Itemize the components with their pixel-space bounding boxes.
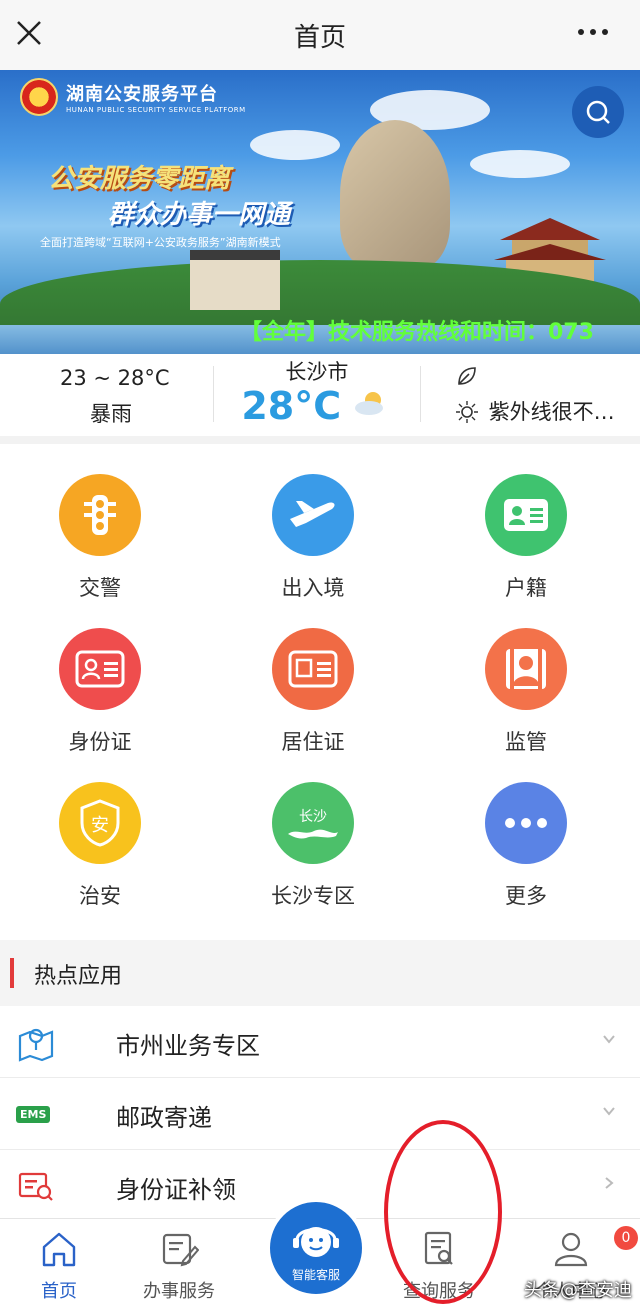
weather-bar[interactable]: 23 ~ 28°C 暴雨 长沙市 28°C 紫外线很不… — [0, 354, 640, 436]
smart-service-label: 智能客服 — [291, 1267, 340, 1282]
app-label: 更多 — [505, 884, 547, 908]
page-title: 首页 — [293, 22, 346, 53]
banner[interactable]: 湖南公安服务平台 HUNAN PUBLIC SECURITY SERVICE P… — [0, 70, 640, 354]
weather-range-col: 23 ~ 28°C 暴雨 — [0, 354, 213, 436]
app-label: 治安 — [79, 884, 121, 908]
customer-service-icon — [293, 1226, 339, 1257]
ems-text: EMS — [16, 1105, 51, 1123]
prison-bars-icon — [485, 628, 567, 710]
service-grid: 交警 出入境 户籍 身份证 居住证 监管 安 治安 长沙 长沙专区 更多 — [0, 444, 640, 940]
more-dots-icon — [485, 782, 567, 864]
list-item-postal[interactable]: EMS 邮政寄递 — [0, 1078, 640, 1150]
app-label: 长沙专区 — [271, 884, 355, 908]
list-item-label: 邮政寄递 — [116, 1104, 212, 1132]
tab-label: 办事服务 — [143, 1281, 215, 1302]
app-immigration[interactable]: 出入境 — [233, 474, 393, 602]
smart-service-button[interactable]: 智能客服 — [266, 1198, 366, 1298]
uv-index: 紫外线很不… — [488, 400, 615, 424]
app-label: 居住证 — [281, 730, 345, 754]
top-bar: 首页 — [0, 0, 640, 70]
leaf-icon — [457, 367, 476, 385]
statue-image — [340, 120, 450, 270]
app-residence-permit[interactable]: 居住证 — [233, 628, 393, 756]
brand-english: HUNAN PUBLIC SECURITY SERVICE PLATFORM — [66, 106, 246, 114]
more-icon[interactable] — [578, 20, 612, 44]
search-icon — [586, 100, 610, 124]
edit-document-icon — [162, 1233, 200, 1267]
watermark: 头条@查安迪 — [524, 1280, 632, 1301]
residence-card-icon — [272, 628, 354, 710]
building-image — [190, 250, 280, 310]
hotline-ticker: 【全年】技术服务热线和时间：073 — [240, 320, 594, 345]
sun-icon — [455, 401, 478, 423]
slogan-line-3: 全面打造跨域“互联网+公安政务服务”湖南新模式 — [40, 236, 281, 249]
app-label: 监管 — [505, 730, 547, 754]
notification-badge: 0 — [614, 1226, 638, 1250]
hot-apps-header: 热点应用 — [0, 940, 640, 1006]
home-icon — [42, 1232, 76, 1267]
app-id-card[interactable]: 身份证 — [20, 628, 180, 756]
app-public-security[interactable]: 安 治安 — [20, 782, 180, 910]
current-temperature: 28°C — [241, 384, 342, 428]
changsha-map-icon: 长沙 — [272, 782, 354, 864]
app-supervision[interactable]: 监管 — [446, 628, 606, 756]
app-label: 出入境 — [281, 576, 345, 600]
partly-cloudy-icon — [355, 392, 384, 415]
city-name: 长沙市 — [285, 360, 349, 384]
traffic-light-icon — [59, 474, 141, 556]
slogan-line-1: 公安服务零距离 — [48, 164, 231, 194]
tab-query[interactable]: 查询服务 — [384, 1229, 494, 1303]
section-accent-bar — [10, 958, 14, 988]
tab-label: 查询服务 — [403, 1281, 475, 1302]
weather-city-col: 长沙市 28°C — [213, 354, 426, 436]
tab-home[interactable]: 首页 — [4, 1229, 114, 1303]
chevron-down-icon — [603, 1035, 615, 1044]
list-item-label: 市州业务专区 — [116, 1032, 260, 1060]
chevron-down-icon — [603, 1107, 615, 1116]
app-more[interactable]: 更多 — [446, 782, 606, 910]
divider — [420, 366, 421, 422]
user-icon — [554, 1232, 588, 1267]
query-document-icon — [424, 1231, 453, 1265]
police-emblem-icon — [20, 78, 58, 116]
temperature-range: 23 ~ 28°C — [60, 366, 170, 390]
id-card-icon — [485, 474, 567, 556]
app-label: 身份证 — [68, 730, 132, 754]
list-item-label: 身份证补领 — [116, 1176, 236, 1204]
brand-name: 湖南公安服务平台 — [66, 84, 218, 105]
id-search-icon — [18, 1172, 53, 1201]
shield-icon: 安 — [59, 782, 141, 864]
tab-services[interactable]: 办事服务 — [124, 1229, 234, 1303]
airplane-icon — [272, 474, 354, 556]
app-label: 户籍 — [505, 576, 547, 600]
ems-icon: EMS — [16, 1094, 56, 1134]
weather-condition: 暴雨 — [90, 402, 132, 426]
hot-apps-list: 市州业务专区 EMS 邮政寄递 身份证补领 — [0, 1006, 640, 1220]
close-icon[interactable] — [14, 18, 44, 48]
app-label: 交警 — [79, 576, 121, 600]
platform-brand: 湖南公安服务平台 HUNAN PUBLIC SECURITY SERVICE P… — [20, 78, 246, 116]
id-card-icon — [59, 628, 141, 710]
app-household-registration[interactable]: 户籍 — [446, 474, 606, 602]
slogan-line-2: 群众办事一网通 — [108, 200, 291, 230]
app-traffic-police[interactable]: 交警 — [20, 474, 180, 602]
map-pin-icon — [18, 1028, 54, 1062]
weather-uv-col: 紫外线很不… — [427, 354, 640, 436]
app-changsha-zone[interactable]: 长沙 长沙专区 — [233, 782, 393, 910]
chevron-right-icon — [605, 1177, 614, 1189]
changsha-badge-text: 长沙 — [299, 809, 327, 825]
svg-text:安: 安 — [91, 815, 109, 836]
search-button[interactable] — [572, 86, 624, 138]
list-item-city-business[interactable]: 市州业务专区 — [0, 1006, 640, 1078]
section-title: 热点应用 — [34, 964, 123, 989]
tab-label: 首页 — [41, 1281, 77, 1302]
